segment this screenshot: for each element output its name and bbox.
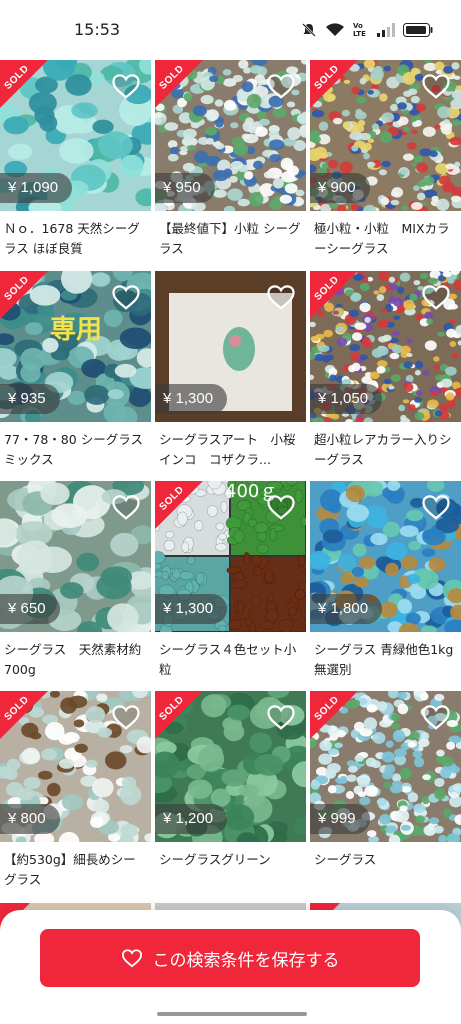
product-thumbnail[interactable]: SOLD ¥ 1,050	[310, 271, 461, 422]
heart-outline-icon[interactable]	[421, 72, 451, 100]
heart-outline-icon[interactable]	[266, 283, 296, 311]
product-title[interactable]: シーグラス	[310, 850, 461, 890]
status-icons: Vo LTE	[301, 20, 433, 40]
product-card[interactable]: ¥ 1,300 シーグラスアート 小桜インコ コザクラ...	[155, 271, 306, 470]
product-title[interactable]: シーグラス４色セット小粒	[155, 640, 306, 680]
product-thumbnail[interactable]: SOLD ¥ 950	[155, 60, 306, 211]
product-title[interactable]: 77・78・80 シーグラスミックス	[0, 430, 151, 470]
heart-outline-icon[interactable]	[111, 493, 141, 521]
home-indicator	[157, 1012, 307, 1016]
status-bar: 15:53 Vo LTE	[0, 0, 461, 60]
product-title[interactable]: シーグラスグリーン	[155, 850, 306, 890]
save-search-button[interactable]: この検索条件を保存する	[40, 929, 420, 987]
product-title[interactable]: 【約530g】細長めシーグラス	[0, 850, 151, 890]
product-price: ¥ 1,050	[310, 384, 383, 414]
product-card[interactable]: SOLD ¥ 1,090 Ｎｏ．1678 天然シーグラス ほぼ良質	[0, 60, 151, 259]
product-title[interactable]: シーグラスアート 小桜インコ コザクラ...	[155, 430, 306, 470]
product-card[interactable]: 専用 SOLD ¥ 935 77・78・80 シーグラスミックス	[0, 271, 151, 470]
wifi-icon	[326, 23, 344, 36]
product-thumbnail[interactable]: ¥ 1,300	[155, 271, 306, 422]
product-thumbnail[interactable]: ¥ 1,800	[310, 481, 461, 632]
heart-outline-icon[interactable]	[111, 703, 141, 731]
product-title[interactable]: 【最終値下】小粒 シーグラス	[155, 219, 306, 259]
save-search-label: この検索条件を保存する	[152, 950, 340, 970]
heart-outline-icon[interactable]	[421, 703, 451, 731]
product-title[interactable]: シーグラス 天然素材約700g	[0, 640, 151, 680]
product-price: ¥ 935	[0, 384, 60, 414]
product-price: ¥ 1,300	[155, 384, 228, 414]
product-card[interactable]: SOLD ¥ 900 極小粒・小粒 MIXカラーシーグラス	[310, 60, 461, 259]
heart-outline-icon	[121, 949, 142, 968]
product-thumbnail[interactable]: SOLD ¥ 999	[310, 691, 461, 842]
heart-outline-icon[interactable]	[111, 283, 141, 311]
product-price: ¥ 1,200	[155, 804, 228, 834]
product-thumbnail[interactable]: ¥ 650	[0, 481, 151, 632]
signal-icon	[377, 23, 395, 37]
product-thumbnail[interactable]: SOLD ¥ 900	[310, 60, 461, 211]
product-card[interactable]: 400ｇ SOLD ¥ 1,300 シーグラス４色セット小粒	[155, 481, 306, 680]
product-title[interactable]: Ｎｏ．1678 天然シーグラス ほぼ良質	[0, 219, 151, 259]
battery-icon	[403, 23, 433, 37]
product-price: ¥ 900	[310, 173, 370, 203]
product-card[interactable]: SOLD ¥ 1,200 シーグラスグリーン	[155, 691, 306, 890]
heart-outline-icon[interactable]	[266, 493, 296, 521]
bottom-save-panel: この検索条件を保存する	[0, 910, 461, 1024]
product-thumbnail[interactable]: SOLD ¥ 1,090	[0, 60, 151, 211]
heart-outline-icon[interactable]	[421, 283, 451, 311]
network-type-label: Vo LTE	[353, 22, 366, 38]
heart-outline-icon[interactable]	[266, 72, 296, 100]
status-time: 15:53	[74, 20, 121, 39]
product-card[interactable]: ¥ 650 シーグラス 天然素材約700g	[0, 481, 151, 680]
product-thumbnail[interactable]: 専用 SOLD ¥ 935	[0, 271, 151, 422]
heart-outline-icon[interactable]	[266, 703, 296, 731]
heart-outline-icon[interactable]	[111, 72, 141, 100]
product-card[interactable]: ¥ 1,800 シーグラス 青緑他色1kg 無選別	[310, 481, 461, 680]
product-card[interactable]: SOLD ¥ 1,050 超小粒レアカラー入りシーグラス	[310, 271, 461, 470]
product-thumbnail[interactable]: SOLD ¥ 800	[0, 691, 151, 842]
product-price: ¥ 999	[310, 804, 370, 834]
product-price: ¥ 800	[0, 804, 60, 834]
product-card[interactable]: SOLD ¥ 800 【約530g】細長めシーグラス	[0, 691, 151, 890]
product-card[interactable]: SOLD ¥ 950 【最終値下】小粒 シーグラス	[155, 60, 306, 259]
product-card[interactable]: SOLD ¥ 999 シーグラス	[310, 691, 461, 890]
product-title[interactable]: 極小粒・小粒 MIXカラーシーグラス	[310, 219, 461, 259]
product-price: ¥ 950	[155, 173, 215, 203]
product-title[interactable]: シーグラス 青緑他色1kg 無選別	[310, 640, 461, 680]
product-title[interactable]: 超小粒レアカラー入りシーグラス	[310, 430, 461, 470]
photo-overlay-text: 専用	[50, 315, 103, 345]
product-thumbnail[interactable]: 400ｇ SOLD ¥ 1,300	[155, 481, 306, 632]
product-price: ¥ 1,300	[155, 594, 228, 624]
mute-bell-icon	[302, 23, 316, 37]
product-price: ¥ 650	[0, 594, 60, 624]
product-thumbnail[interactable]: SOLD ¥ 1,200	[155, 691, 306, 842]
product-price: ¥ 1,800	[310, 594, 383, 624]
heart-outline-icon[interactable]	[421, 493, 451, 521]
product-price: ¥ 1,090	[0, 173, 73, 203]
